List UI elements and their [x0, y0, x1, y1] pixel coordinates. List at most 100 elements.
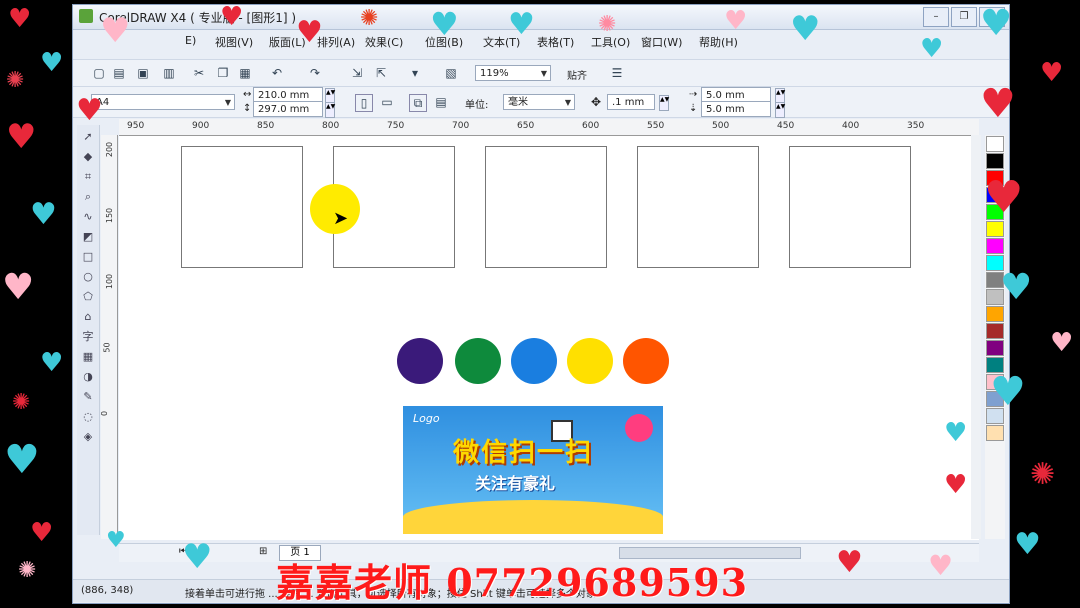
shape-tool-icon[interactable]: ◆	[80, 149, 96, 165]
application-launcher-icon[interactable]: ▾	[407, 65, 423, 81]
interactive-tool-icon[interactable]: ◑	[80, 369, 96, 385]
zoom-tool-icon[interactable]: ⌕	[80, 189, 96, 205]
export-icon[interactable]: ⇱	[373, 65, 389, 81]
heart-icon: ♥	[990, 369, 1026, 415]
current-page-icon[interactable]: ▤	[433, 94, 449, 110]
heart-icon: ♥	[4, 437, 40, 483]
freehand-tool-icon[interactable]: ∿	[80, 209, 96, 225]
chevron-down-icon: ▼	[224, 98, 231, 107]
color-circle-blue[interactable]	[511, 338, 557, 384]
minimize-button[interactable]: –	[923, 7, 949, 27]
restore-button[interactable]: ❐	[951, 7, 977, 27]
placeholder-frame-1[interactable]	[181, 146, 303, 268]
menu-edit[interactable]: E)	[185, 34, 196, 47]
flower-icon: ✺	[360, 6, 379, 31]
heart-icon: ♥	[980, 81, 1016, 127]
zoom-level-combo[interactable]: 119% ▼	[475, 65, 551, 81]
paper-size-combo[interactable]: A4 ▼	[91, 94, 235, 110]
page-height-field[interactable]: 297.0 mm	[253, 101, 323, 117]
heart-icon: ♥	[8, 4, 32, 34]
open-icon[interactable]: ▤	[111, 65, 127, 81]
palette-swatch[interactable]	[986, 425, 1004, 441]
print-icon[interactable]: ▥	[161, 65, 177, 81]
menu-view[interactable]: 视图(V)	[215, 34, 253, 50]
color-circle-yellow[interactable]	[567, 338, 613, 384]
ruler-tick-label: 500	[712, 121, 730, 131]
smart-fill-icon[interactable]: ◩	[80, 229, 96, 245]
basic-shapes-icon[interactable]: ⌂	[80, 309, 96, 325]
palette-swatch[interactable]	[986, 221, 1004, 237]
palette-swatch[interactable]	[986, 238, 1004, 254]
new-icon[interactable]: ▢	[91, 65, 107, 81]
vertical-scrollbar[interactable]	[971, 135, 981, 539]
palette-swatch[interactable]	[986, 136, 1004, 152]
title-bar: CorelDRAW X4 ( 专业版 - [图形1] ) – ❐ ✕	[73, 5, 1009, 30]
drawing-canvas[interactable]: Logo 微信扫一扫 关注有豪礼	[119, 136, 979, 540]
ruler-tick-label: 750	[387, 121, 405, 131]
fill-tool-icon[interactable]: ◈	[80, 429, 96, 445]
banner-subheadline: 关注有豪礼	[475, 474, 556, 493]
color-circle-orange[interactable]	[623, 338, 669, 384]
units-combo[interactable]: 毫米 ▼	[503, 94, 575, 110]
table-tool-icon[interactable]: ▦	[80, 349, 96, 365]
copy-icon[interactable]: ❐	[215, 65, 231, 81]
zoom-level-value: 119%	[480, 68, 509, 79]
palette-swatch[interactable]	[986, 306, 1004, 322]
toolbox: ➚ ◆ ⌗ ⌕ ∿ ◩ □ ○ ⬠ ⌂ 字 ▦ ◑ ✎ ◌ ◈	[77, 125, 100, 535]
landscape-icon[interactable]: ▭	[379, 94, 395, 110]
palette-swatch[interactable]	[986, 153, 1004, 169]
wechat-banner-image[interactable]: Logo 微信扫一扫 关注有豪礼	[403, 406, 663, 534]
portrait-icon[interactable]: ▯	[355, 94, 373, 112]
menu-table[interactable]: 表格(T)	[537, 34, 574, 50]
ellipse-tool-icon[interactable]: ○	[80, 269, 96, 285]
rectangle-tool-icon[interactable]: □	[80, 249, 96, 265]
height-spinner[interactable]: ▲▼	[325, 102, 335, 118]
heart-icon: ♥	[1014, 527, 1041, 562]
crop-tool-icon[interactable]: ⌗	[80, 169, 96, 185]
nudge-distance-field[interactable]: .1 mm	[607, 94, 655, 110]
import-icon[interactable]: ⇲	[349, 65, 365, 81]
placeholder-frame-5[interactable]	[789, 146, 911, 268]
snap-to-label[interactable]: 贴齐	[567, 67, 587, 82]
flower-icon: ✺	[12, 390, 31, 415]
palette-swatch[interactable]	[986, 323, 1004, 339]
units-label: 单位:	[465, 100, 489, 111]
placeholder-frame-3[interactable]	[485, 146, 607, 268]
heart-icon: ♥	[928, 549, 954, 582]
nudge-spinner[interactable]: ▲▼	[659, 95, 669, 111]
menu-effects[interactable]: 效果(C)	[365, 34, 403, 50]
flower-icon: ✺	[18, 558, 37, 583]
page-height-value: 297.0 mm	[258, 104, 310, 115]
save-icon[interactable]: ▣	[135, 65, 151, 81]
outline-tool-icon[interactable]: ◌	[80, 409, 96, 425]
color-circle-green[interactable]	[455, 338, 501, 384]
duplicate-y-field[interactable]: 5.0 mm	[701, 101, 771, 117]
color-circle-purple[interactable]	[397, 338, 443, 384]
ruler-tick-label: 950	[127, 121, 145, 131]
menu-help[interactable]: 帮助(H)	[699, 34, 738, 50]
height-icon: ↕	[243, 103, 252, 114]
pick-tool-icon[interactable]: ➚	[80, 129, 96, 145]
palette-swatch[interactable]	[986, 340, 1004, 356]
redo-icon[interactable]: ↷	[307, 65, 323, 81]
eyedropper-icon[interactable]: ✎	[80, 389, 96, 405]
welcome-screen-icon[interactable]: ▧	[443, 65, 459, 81]
heart-icon: ♥	[296, 15, 323, 50]
paste-icon[interactable]: ▦	[237, 65, 253, 81]
cursor-coordinates: (886, 348)	[81, 585, 134, 596]
vertical-ruler: 200 150 100 50 0	[101, 135, 118, 539]
duplicate-y-spinner[interactable]: ▲▼	[775, 102, 785, 118]
polygon-tool-icon[interactable]: ⬠	[80, 289, 96, 305]
undo-icon[interactable]: ↶	[269, 65, 285, 81]
app-icon	[79, 9, 93, 23]
placeholder-frame-4[interactable]	[637, 146, 759, 268]
all-pages-icon[interactable]: ⧉	[409, 94, 427, 112]
nudge-distance-value: .1 mm	[612, 97, 645, 108]
duplicate-x-value: 5.0 mm	[706, 90, 745, 101]
cut-icon[interactable]: ✂	[191, 65, 207, 81]
menu-window[interactable]: 窗口(W)	[641, 34, 682, 50]
add-page-icon[interactable]: ⊞	[259, 546, 267, 557]
text-tool-icon[interactable]: 字	[80, 329, 96, 345]
ruler-tick-label: 900	[192, 121, 210, 131]
options-icon[interactable]: ☰	[609, 65, 625, 81]
